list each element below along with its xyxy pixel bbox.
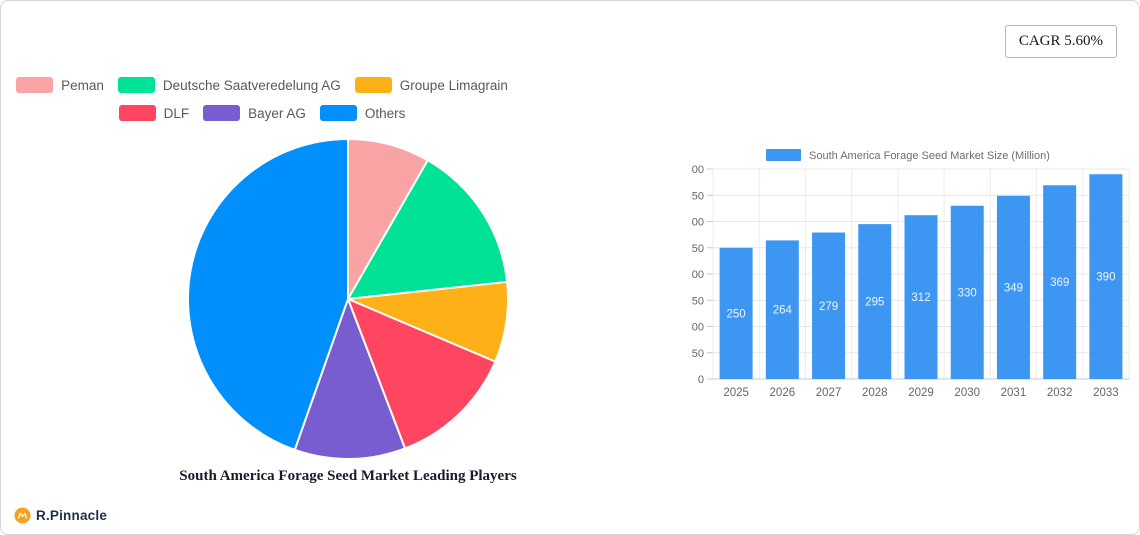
legend-row: DLF Bayer AG Others bbox=[21, 105, 503, 121]
y-tick-label: 50 bbox=[692, 348, 704, 360]
x-tick-label: 2030 bbox=[954, 387, 980, 399]
bar-legend-label: South America Forage Seed Market Size (M… bbox=[809, 150, 1050, 162]
bar-chart-svg: 0 50 100 150 200 250 300 350 400 250 2025 264 2026 27… bbox=[686, 149, 1130, 399]
legend-swatch bbox=[16, 77, 54, 93]
y-tick-label: 300 bbox=[691, 217, 704, 229]
legend-label: Bayer AG bbox=[248, 105, 306, 121]
legend-swatch bbox=[118, 105, 156, 121]
bar-value-label: 279 bbox=[819, 301, 838, 313]
logo-icon bbox=[14, 507, 31, 524]
bar-chart: 0 50 100 150 200 250 300 350 400 250 2025 264 2026 27… bbox=[686, 141, 1139, 409]
bar-value-label: 390 bbox=[1096, 272, 1115, 284]
y-tick-label: 200 bbox=[691, 269, 704, 281]
cagr-badge: CAGR 5.60% bbox=[1004, 25, 1117, 58]
bar-value-label: 369 bbox=[1050, 277, 1069, 289]
legend-label: Deutsche Saatveredelung AG bbox=[162, 77, 341, 93]
y-tick-label: 350 bbox=[691, 190, 704, 202]
legend-item-bayer-ag[interactable]: Bayer AG bbox=[203, 105, 306, 121]
legend-swatch bbox=[319, 105, 357, 121]
x-tick-label: 2031 bbox=[1001, 387, 1027, 399]
legend-item-others[interactable]: Others bbox=[319, 105, 406, 121]
pie-chart-title: South America Forage Seed Market Leading… bbox=[179, 468, 517, 484]
x-tick-label: 2032 bbox=[1047, 387, 1073, 399]
legend-swatch bbox=[203, 105, 241, 121]
pie-chart bbox=[187, 138, 509, 460]
legend-item-dlf[interactable]: DLF bbox=[118, 105, 190, 121]
bar-legend-swatch bbox=[766, 149, 801, 161]
x-tick-label: 2027 bbox=[816, 387, 842, 399]
legend-row: Peman Deutsche Saatveredelung AG Groupe Li… bbox=[16, 77, 508, 93]
y-tick-label: 250 bbox=[691, 243, 704, 255]
x-tick-label: 2028 bbox=[862, 387, 888, 399]
bar-legend[interactable]: South America Forage Seed Market Size (M… bbox=[766, 149, 1050, 162]
logo: R.Pinnacle bbox=[14, 507, 107, 524]
bar-value-label: 330 bbox=[958, 287, 977, 299]
legend-swatch bbox=[117, 77, 155, 93]
bar-value-label: 264 bbox=[773, 305, 793, 317]
legend-label: Groupe Limagrain bbox=[399, 77, 508, 93]
y-axis-labels: 0 50 100 150 200 250 300 350 400 bbox=[686, 164, 704, 386]
legend-item-groupe-limagrain[interactable]: Groupe Limagrain bbox=[354, 77, 508, 93]
bar-value-label: 295 bbox=[865, 297, 884, 309]
y-tick-label: 400 bbox=[691, 164, 704, 176]
x-tick-label: 2029 bbox=[908, 387, 934, 399]
pie-legend: Peman Deutsche Saatveredelung AG Groupe Li… bbox=[16, 77, 508, 121]
x-tick-label: 2033 bbox=[1093, 387, 1119, 399]
legend-label: Peman bbox=[61, 77, 104, 93]
x-tick-label: 2025 bbox=[723, 387, 749, 399]
x-tick-label: 2026 bbox=[770, 387, 796, 399]
legend-item-deutsche-saatveredelung-ag[interactable]: Deutsche Saatveredelung AG bbox=[117, 77, 341, 93]
bar-value-label: 250 bbox=[727, 308, 746, 320]
legend-label: Others bbox=[364, 105, 406, 121]
y-tick-label: 100 bbox=[691, 322, 704, 334]
legend-label: DLF bbox=[163, 105, 190, 121]
report-card: CAGR 5.60% Peman Deutsche Saatveredelung … bbox=[0, 0, 1140, 535]
bar-value-label: 312 bbox=[911, 292, 930, 304]
y-tick-label: 0 bbox=[698, 374, 704, 386]
legend-swatch bbox=[354, 77, 392, 93]
y-tick-label: 150 bbox=[691, 295, 704, 307]
legend-item-peman[interactable]: Peman bbox=[16, 77, 104, 93]
bar-value-label: 349 bbox=[1004, 282, 1023, 294]
logo-text: R.Pinnacle bbox=[36, 508, 108, 523]
